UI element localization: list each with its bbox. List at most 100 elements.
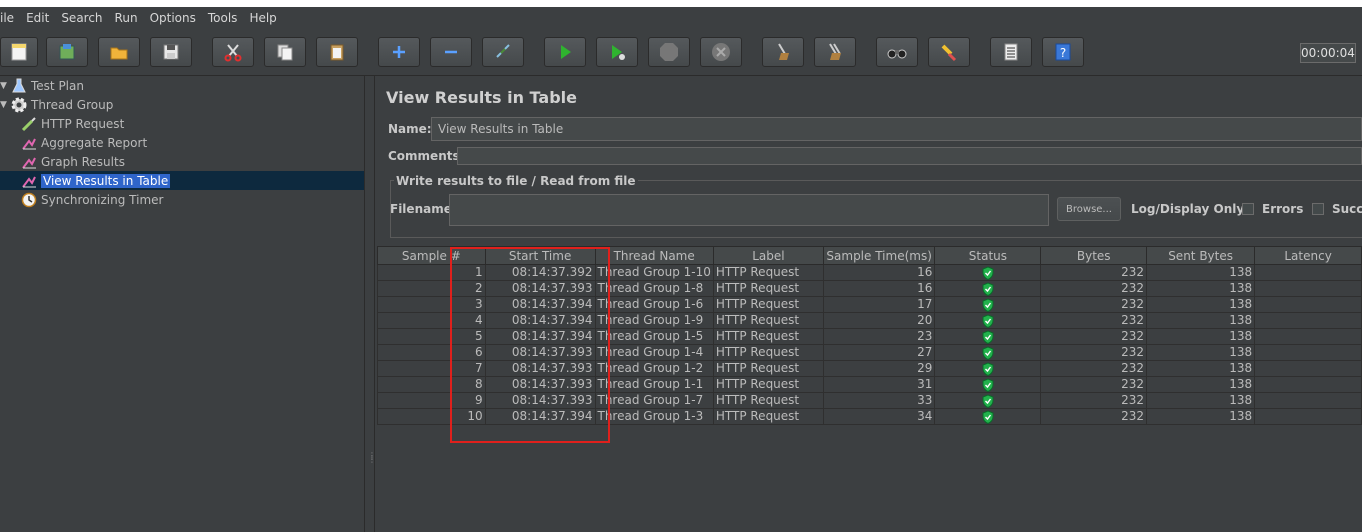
thread-name-cell: Thread Group 1-1 [594,376,714,393]
chart-icon [20,153,38,171]
sample-cell: 7 [377,360,486,377]
table-row[interactable]: 4 08:14:37.394 Thread Group 1-9 HTTP Reques… [377,312,1362,329]
column-header-sent-bytes[interactable]: Sent Bytes [1146,246,1256,265]
status-cell [934,264,1042,281]
tree-item-label: Aggregate Report [41,135,148,150]
filename-input[interactable] [449,194,1049,226]
help-button[interactable]: ? [1042,37,1084,67]
tree-expand-toggle[interactable]: ▼ [0,81,10,91]
sent-bytes-cell: 138 [1146,296,1256,313]
panel-splitter[interactable]: ⋮ ⋮ [364,76,376,532]
clear-button[interactable] [762,37,804,67]
name-field[interactable]: View Results in Table [431,117,1362,141]
successes-checkbox[interactable] [1312,203,1324,215]
bytes-cell: 232 [1040,408,1148,425]
collapse-button[interactable] [430,37,472,67]
latency-cell [1254,280,1362,297]
table-row[interactable]: 9 08:14:37.393 Thread Group 1-7 HTTP Reques… [377,392,1362,409]
function-helper-button[interactable] [990,37,1032,67]
sample-cell: 2 [377,280,486,297]
status-ok-icon [982,329,994,344]
menu-help[interactable]: Help [243,11,282,25]
tree-item-aggregate-report[interactable]: Aggregate Report [20,133,147,152]
browse-button[interactable]: Browse... [1057,197,1121,221]
save-button[interactable] [150,37,192,67]
table-row[interactable]: 2 08:14:37.393 Thread Group 1-8 HTTP Reques… [377,280,1362,297]
reset-search-button[interactable] [928,37,970,67]
column-header-start-time[interactable]: Start Time [484,246,596,265]
open-icon [110,47,128,60]
cut-button[interactable] [212,37,254,67]
new-button[interactable] [0,37,38,67]
label-cell: HTTP Request [712,360,824,377]
comments-field[interactable] [457,147,1362,165]
column-header-sample[interactable]: Sample # [377,246,486,265]
paste-button[interactable] [316,37,358,67]
tree-item-http-request[interactable]: HTTP Request [20,114,124,133]
sample-time-cell: 23 [822,328,936,345]
stop-button[interactable] [648,37,690,67]
table-row[interactable]: 5 08:14:37.394 Thread Group 1-5 HTTP Reques… [377,328,1362,345]
table-row[interactable]: 8 08:14:37.393 Thread Group 1-1 HTTP Reques… [377,376,1362,393]
menu-options[interactable]: Options [144,11,202,25]
status-cell [934,280,1042,297]
menu-run[interactable]: Run [109,11,144,25]
status-ok-icon [982,377,994,392]
status-ok-icon [982,361,994,376]
start-time-cell: 08:14:37.393 [484,376,596,393]
start-time-cell: 08:14:37.394 [484,296,596,313]
tree-item-synchronizing-timer[interactable]: Synchronizing Timer [20,190,163,209]
menu-search[interactable]: Search [55,11,108,25]
tree-item-view-results-in-table[interactable]: View Results in Table [20,171,171,190]
new-icon [11,43,27,61]
menu-tools[interactable]: Tools [202,11,244,25]
column-header-label[interactable]: Label [712,246,824,265]
expand-button[interactable] [378,37,420,67]
table-row[interactable]: 1 08:14:37.392 Thread Group 1-10 HTTP Reque… [377,264,1362,281]
column-header-bytes[interactable]: Bytes [1040,246,1148,265]
latency-cell [1254,328,1362,345]
latency-cell [1254,392,1362,409]
bytes-cell: 232 [1040,392,1148,409]
status-ok-icon [982,297,994,312]
errors-checkbox[interactable] [1242,203,1254,215]
open-button[interactable] [98,37,140,67]
sample-cell: 5 [377,328,486,345]
label-cell: HTTP Request [712,312,824,329]
search-button[interactable] [876,37,918,67]
column-header-status[interactable]: Status [934,246,1042,265]
tree-item-label: Thread Group [31,97,114,112]
sample-cell: 4 [377,312,486,329]
sample-time-cell: 34 [822,408,936,425]
sample-cell: 3 [377,296,486,313]
table-row[interactable]: 10 08:14:37.394 Thread Group 1-3 HTTP Reque… [377,408,1362,425]
column-header-latency[interactable]: Latency [1254,246,1362,265]
tree-item-thread-group[interactable]: ▼ Thread Group [0,95,113,114]
shutdown-icon [712,43,730,61]
menu-file[interactable]: ile [0,11,20,25]
label-cell: HTTP Request [712,296,824,313]
menu-edit[interactable]: Edit [20,11,55,25]
sent-bytes-cell: 138 [1146,328,1256,345]
clear-all-button[interactable] [814,37,856,67]
column-header-thread-name[interactable]: Thread Name [594,246,714,265]
bytes-cell: 232 [1040,280,1148,297]
table-row[interactable]: 3 08:14:37.394 Thread Group 1-6 HTTP Reques… [377,296,1362,313]
tree-item-graph-results[interactable]: Graph Results [20,152,125,171]
status-cell [934,328,1042,345]
label-cell: HTTP Request [712,344,824,361]
shutdown-button[interactable] [700,37,742,67]
table-row[interactable]: 7 08:14:37.393 Thread Group 1-2 HTTP Reques… [377,360,1362,377]
tree-expand-toggle[interactable]: ▼ [0,100,10,110]
start-no-pauses-button[interactable] [596,37,638,67]
copy-button[interactable] [264,37,306,67]
chart-icon [20,172,38,190]
tree-item-test-plan[interactable]: ▼ Test Plan [0,76,84,95]
column-header-sample-time[interactable]: Sample Time(ms) [822,246,936,265]
table-row[interactable]: 6 08:14:37.393 Thread Group 1-4 HTTP Reques… [377,344,1362,361]
toggle-button[interactable] [482,37,524,67]
start-button[interactable] [544,37,586,67]
sample-cell: 9 [377,392,486,409]
templates-button[interactable] [46,37,88,67]
latency-cell [1254,376,1362,393]
